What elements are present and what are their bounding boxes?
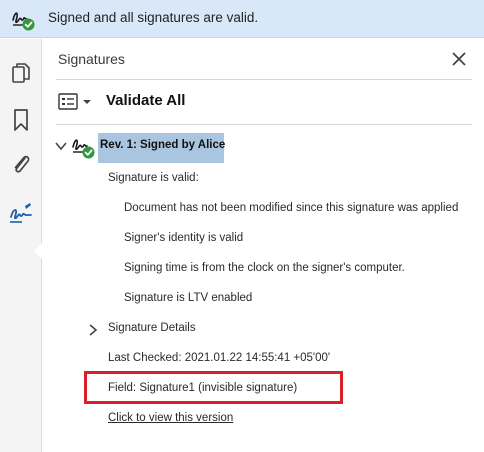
signature-valid-icon (70, 134, 96, 160)
banner-message: Signed and all signatures are valid. (48, 10, 259, 25)
signatures-panel: Signatures Validate All Rev. 1: Signed b… (43, 39, 484, 452)
options-menu-button[interactable] (58, 92, 96, 112)
signature-field: Field: Signature1 (invisible signature) (108, 382, 298, 394)
detail-identity-valid: Signer's identity is valid (124, 232, 244, 244)
validate-all-button[interactable]: Validate All (106, 92, 185, 109)
signature-panel-icon[interactable] (7, 200, 35, 228)
toolbar-divider (56, 124, 472, 125)
header-divider (56, 79, 472, 80)
detail-ltv-enabled: Signature is LTV enabled (124, 292, 253, 304)
detail-not-modified: Document has not been modified since thi… (124, 202, 459, 214)
signature-details-toggle[interactable]: Signature Details (108, 322, 196, 334)
chevron-right-icon[interactable] (87, 323, 99, 337)
active-panel-pointer (34, 243, 42, 259)
navigation-rail (0, 39, 42, 452)
signature-valid-icon (10, 6, 36, 32)
detail-signing-time: Signing time is from the clock on the si… (124, 262, 405, 274)
validation-banner: Signed and all signatures are valid. (0, 0, 484, 38)
pages-icon[interactable] (7, 59, 35, 87)
attachment-icon[interactable] (7, 150, 35, 178)
close-icon[interactable] (449, 49, 469, 69)
view-version-link[interactable]: Click to view this version (108, 412, 233, 424)
revision-label[interactable]: Rev. 1: Signed by Alice (98, 133, 225, 163)
chevron-down-icon[interactable] (54, 139, 68, 153)
panel-title: Signatures (58, 51, 125, 67)
signature-status: Signature is valid: (108, 172, 199, 184)
last-checked: Last Checked: 2021.01.22 14:55:41 +05'00… (108, 352, 331, 364)
bookmark-icon[interactable] (7, 106, 35, 134)
